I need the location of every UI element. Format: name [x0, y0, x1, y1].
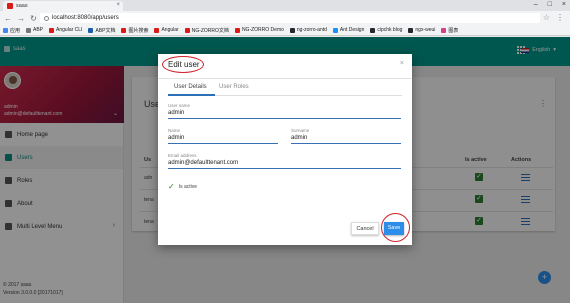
angular-favicon-icon — [7, 3, 13, 9]
github-icon — [408, 27, 414, 33]
github-icon — [289, 27, 295, 33]
bookmark-item[interactable]: NG-ZORRO文档 — [184, 27, 229, 34]
bookmark-item[interactable]: cipchk blog — [370, 27, 402, 33]
url-text: localhost:8080/app/users — [52, 15, 119, 21]
name-label: Name — [168, 128, 181, 133]
bookmark-label: NG-ZORRO Demo — [241, 27, 284, 33]
bookmark-item[interactable]: Angular CLI — [49, 27, 82, 33]
bookmark-star-icon[interactable]: ☆ — [543, 13, 550, 22]
bookmark-label: Angular CLI — [56, 27, 83, 33]
checkmark-icon: ✓ — [168, 182, 175, 191]
annotation-circle — [381, 213, 410, 242]
github-icon — [370, 27, 376, 33]
bookmark-item[interactable]: ng-zorro-antd — [289, 27, 327, 33]
bookmark-item[interactable]: 图表 — [441, 27, 458, 34]
cancel-button[interactable]: Cancel — [351, 222, 379, 235]
bookmark-label: ng-zorro-antd — [296, 27, 327, 33]
close-window-icon[interactable]: × — [562, 1, 566, 8]
tab-user-roles[interactable]: User Roles — [219, 84, 249, 90]
bookmark-label: Ant Design — [339, 27, 365, 33]
is-active-label: Is active — [178, 183, 198, 190]
browser-toolbar: ← → ↻ localhost:8080/app/users ☆ ⋮ — [0, 11, 570, 25]
bookmark-label: ngx-weui — [415, 27, 436, 33]
close-icon[interactable]: × — [400, 60, 404, 67]
email-field[interactable]: admin@defaulttenant.com — [168, 160, 401, 169]
chart-icon — [441, 27, 447, 33]
surname-label: Surname — [291, 128, 310, 133]
email-label: Email address — [168, 153, 197, 158]
bookmark-label: 应用 — [10, 27, 21, 34]
username-label: User name — [168, 103, 191, 108]
browser-menu-icon[interactable]: ⋮ — [556, 13, 564, 22]
abp-icon — [88, 27, 94, 33]
browser-tab[interactable]: saas × — [3, 1, 123, 11]
antd-icon — [332, 27, 338, 33]
close-tab-icon[interactable]: × — [116, 2, 120, 8]
bookmark-item[interactable]: ABP文档 — [88, 27, 115, 34]
apps-icon — [3, 27, 8, 33]
back-icon[interactable]: ← — [4, 14, 12, 23]
bookmark-label: cipchk blog — [377, 27, 403, 33]
username-field[interactable]: admin — [168, 110, 401, 119]
bookmark-label: 图表 — [448, 27, 459, 34]
bookmark-item[interactable]: ABP — [26, 27, 43, 33]
image-icon — [121, 27, 127, 33]
folder-icon — [26, 27, 32, 33]
bookmark-label: ABP文档 — [95, 27, 116, 34]
bookmarks-bar: 应用 ABP Angular CLI ABP文档 图片搜索 Angular NG-ZORRO… — [0, 25, 570, 36]
window-controls: – □ × — [534, 1, 566, 8]
annotation-circle — [162, 56, 204, 73]
bookmark-item[interactable]: Angular — [154, 27, 179, 33]
bookmark-label: 图片搜索 — [128, 27, 149, 34]
is-active-checkbox[interactable]: ✓ Is active — [168, 182, 197, 191]
site-info-icon[interactable] — [44, 15, 49, 21]
reload-icon[interactable]: ↻ — [30, 14, 37, 23]
minimize-icon[interactable]: – — [534, 1, 538, 8]
dialog-header-divider — [158, 78, 412, 79]
edit-user-dialog: Edit user × User Details User Roles User… — [158, 54, 412, 245]
surname-field[interactable]: admin — [291, 135, 401, 144]
bookmark-item[interactable]: Ant Design — [332, 27, 365, 33]
browser-tab-bar: saas × – □ × — [0, 0, 570, 11]
address-bar[interactable]: localhost:8080/app/users — [40, 13, 540, 23]
bookmark-label: NG-ZORRO文档 — [191, 27, 229, 34]
bookmark-label: ABP — [33, 27, 44, 33]
forward-icon[interactable]: → — [17, 14, 25, 23]
bookmark-label: Angular — [161, 27, 179, 33]
active-tab-indicator — [168, 94, 215, 96]
tab-user-details[interactable]: User Details — [174, 84, 207, 90]
bookmark-item[interactable]: ngx-weui — [408, 27, 435, 33]
zorro-icon — [184, 27, 190, 33]
zorro-icon — [234, 27, 240, 33]
bookmark-item[interactable]: NG-ZORRO Demo — [234, 27, 284, 33]
bookmark-item[interactable]: 图片搜索 — [121, 27, 148, 34]
browser-tab-title: saas — [16, 3, 28, 9]
angular-icon — [154, 27, 160, 33]
name-field[interactable]: admin — [168, 135, 278, 144]
bookmark-item[interactable]: 应用 — [3, 27, 20, 34]
angular-icon — [49, 27, 55, 33]
maximize-icon[interactable]: □ — [548, 1, 552, 8]
